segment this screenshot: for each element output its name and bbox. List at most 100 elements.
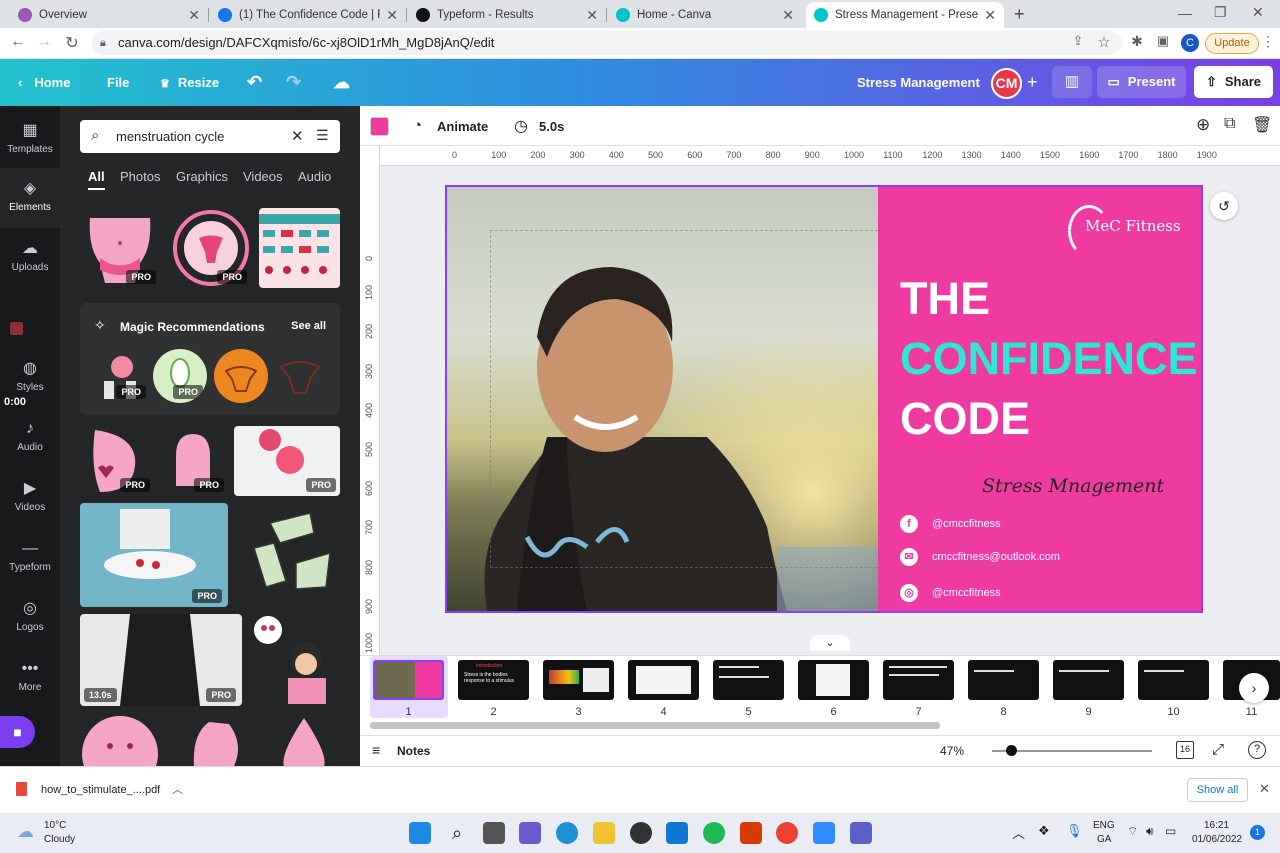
notification-badge[interactable]: 1 (1250, 825, 1265, 840)
download-filename[interactable]: how_to_stimulate_....pdf (41, 784, 160, 796)
graphic-woman-thinking[interactable] (246, 614, 340, 706)
camera-record-button[interactable]: ■ (0, 716, 35, 748)
page-strip-scrollbar[interactable] (370, 722, 940, 729)
teams-icon[interactable] (519, 822, 541, 844)
fullscreen-icon[interactable]: ⤢ (1212, 741, 1224, 758)
page-thumb-4[interactable] (628, 660, 699, 700)
tab-overview[interactable]: Overview ✕ (10, 2, 208, 28)
page-thumb-5[interactable] (713, 660, 784, 700)
slide-canvas[interactable]: MeC Fitness THE CONFIDENCE CODE Stress M… (445, 185, 1203, 613)
taskbar-search-icon[interactable]: ⌕ (446, 822, 468, 844)
graphic-calendar[interactable] (259, 208, 340, 288)
page-thumb-6[interactable] (798, 660, 869, 700)
file-menu-button[interactable]: File (107, 59, 129, 106)
redo-icon[interactable]: ↷ (286, 59, 301, 106)
tab-videos[interactable]: Videos (243, 169, 283, 184)
see-all-link[interactable]: See all (291, 320, 326, 332)
graphic-drop[interactable] (268, 714, 340, 766)
office-icon[interactable] (740, 822, 762, 844)
bookmark-star-icon[interactable]: ☆ (1094, 33, 1114, 51)
windows-start-icon[interactable] (409, 822, 431, 844)
close-tab-icon[interactable]: ✕ (984, 7, 996, 24)
zoom-app-icon[interactable] (813, 822, 835, 844)
filter-icon[interactable]: ☰ (316, 127, 329, 144)
reload-icon[interactable]: ↻ (62, 33, 82, 53)
rec-item-4[interactable] (273, 349, 327, 403)
minimize-icon[interactable]: — (1178, 5, 1192, 21)
close-tab-icon[interactable]: ✕ (188, 7, 200, 24)
comment-icon[interactable]: ↺ (1210, 192, 1238, 220)
zoom-slider[interactable] (992, 745, 1152, 756)
volume-icon[interactable]: 🔊︎ (1146, 824, 1154, 839)
tab-photos[interactable]: Photos (120, 169, 160, 184)
cloud-saved-icon[interactable]: ☁︎ (333, 59, 350, 106)
rail-videos[interactable]: ▶ Videos (0, 480, 60, 530)
tab-audio[interactable]: Audio (298, 169, 331, 184)
close-tab-icon[interactable]: ✕ (782, 7, 794, 24)
rail-typeform[interactable]: — Typeform (0, 540, 60, 590)
rail-logos[interactable]: ◎ Logos (0, 600, 60, 650)
photo-clock-flower[interactable]: PRO (234, 426, 340, 496)
add-page-icon[interactable]: ⊕ (1196, 115, 1210, 135)
edge-icon[interactable] (556, 822, 578, 844)
forward-icon[interactable]: → (34, 33, 54, 51)
rec-item-1[interactable]: PRO (92, 349, 146, 403)
record-stop-icon[interactable] (10, 322, 23, 335)
microphone-icon[interactable]: 🎙︎ (1066, 823, 1083, 839)
spotify-icon[interactable] (703, 822, 725, 844)
extensions-icon[interactable]: ✱ (1127, 33, 1147, 50)
dropbox-icon[interactable]: ❖ (1038, 823, 1050, 839)
rail-styles[interactable]: ◍ Styles (0, 360, 60, 410)
graphic-pregnant[interactable]: PRO (80, 426, 150, 496)
page-thumb-8[interactable] (968, 660, 1039, 700)
photo-calendar-pills[interactable]: PRO (80, 503, 228, 607)
add-collaborator-icon[interactable]: + (1027, 59, 1038, 106)
resize-button[interactable]: ♛ Resize (160, 59, 219, 106)
page-thumb-3[interactable] (543, 660, 614, 700)
duplicate-page-icon[interactable]: ⧉ (1224, 115, 1235, 133)
mail-app-icon[interactable] (666, 822, 688, 844)
zoom-slider-knob[interactable] (1006, 745, 1018, 756)
close-tab-icon[interactable]: ✕ (586, 7, 598, 24)
store-icon[interactable] (630, 822, 652, 844)
graphic-stomach[interactable] (184, 714, 250, 766)
close-download-bar-icon[interactable]: ✕ (1259, 781, 1270, 797)
update-button[interactable]: Update (1205, 33, 1259, 54)
animate-button[interactable]: Animate (437, 119, 488, 134)
url-field[interactable]: 🔒︎ canva.com/design/DAFCXqmisfo/6c-xj8Ol… (92, 31, 1122, 55)
page-count-grid[interactable]: 16 (1176, 741, 1194, 759)
tab-canva-home[interactable]: Home - Canva ✕ (608, 2, 802, 28)
download-options-chevron-icon[interactable]: ︿ (172, 781, 183, 797)
page-thumb-7[interactable] (883, 660, 954, 700)
tab-all[interactable]: All (88, 169, 105, 190)
help-icon[interactable]: ? (1248, 741, 1266, 759)
graphic-uterus-cycle[interactable]: PRO (171, 208, 251, 288)
profile-avatar[interactable]: C (1181, 34, 1199, 52)
next-pages-icon[interactable]: › (1239, 673, 1269, 703)
tab-graphics[interactable]: Graphics (176, 169, 228, 184)
background-color-swatch[interactable] (370, 117, 389, 136)
share-page-icon[interactable]: ⇪ (1068, 33, 1088, 49)
search-input[interactable]: ⌕ menstruation cycle ✕ ☰ (80, 120, 340, 153)
battery-icon[interactable]: ▭ (1165, 824, 1176, 838)
rail-templates[interactable]: ▦ Templates (0, 120, 60, 170)
page-thumb-9[interactable] (1053, 660, 1124, 700)
rail-audio[interactable]: ♪ Audio (0, 420, 60, 470)
maximize-icon[interactable]: ❐ (1214, 4, 1227, 21)
duration-button[interactable]: 5.0s (539, 119, 564, 134)
chrome-icon[interactable] (776, 822, 798, 844)
insights-chart-icon[interactable]: ▥ (1052, 66, 1092, 98)
task-view-icon[interactable] (483, 822, 505, 844)
share-button[interactable]: ⇧ Share (1194, 66, 1273, 98)
window-close-icon[interactable]: ✕ (1252, 4, 1264, 21)
rail-elements[interactable]: ◈ Elements (0, 168, 60, 228)
undo-icon[interactable]: ↶ (247, 59, 262, 106)
home-button[interactable]: ‹ Home (18, 59, 70, 106)
collaborator-avatar[interactable]: CM (991, 68, 1022, 99)
graphic-bell[interactable]: PRO (162, 426, 224, 496)
browser-menu-icon[interactable]: ⋮ (1258, 33, 1278, 50)
zoom-percent[interactable]: 47% (940, 744, 964, 758)
page-thumb-1[interactable] (373, 660, 444, 700)
page-thumb-10[interactable] (1138, 660, 1209, 700)
tray-expand-icon[interactable]: ︿ (1012, 823, 1025, 842)
